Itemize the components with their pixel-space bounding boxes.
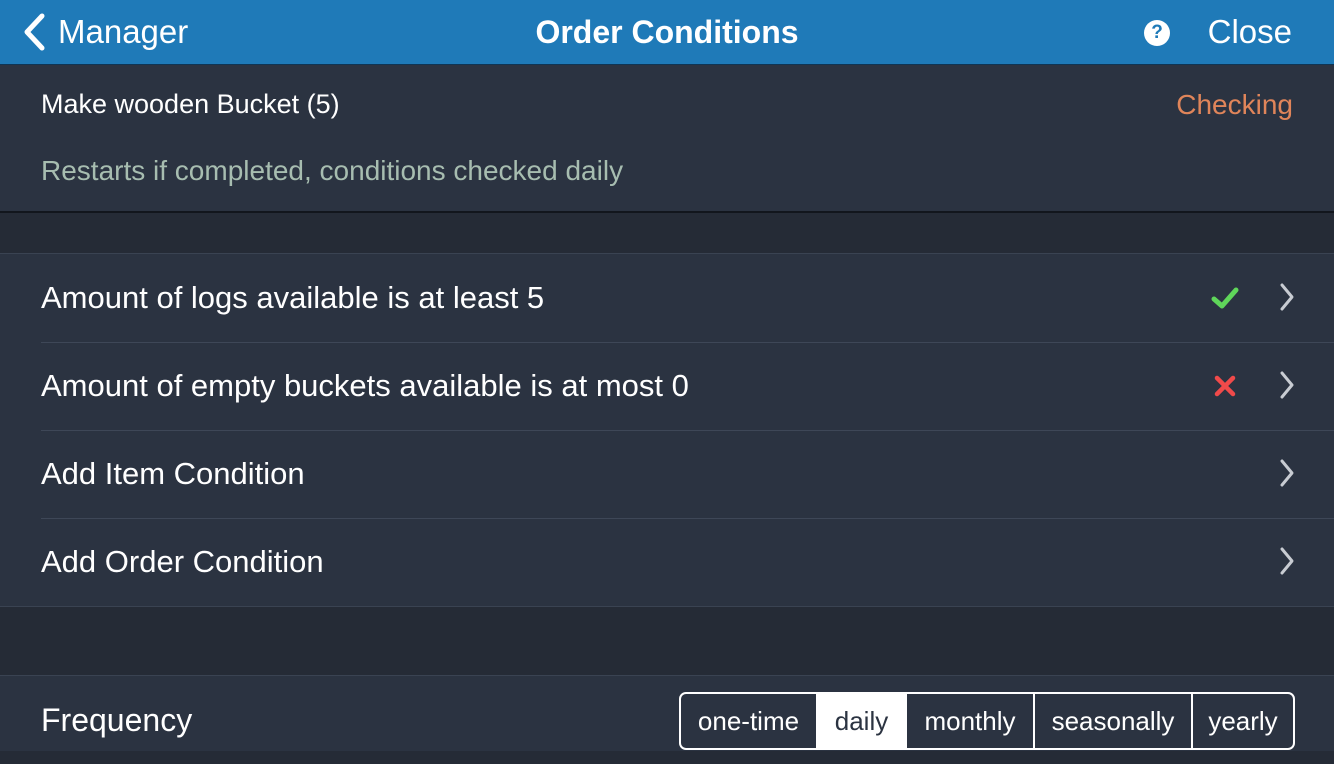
chevron-right-icon [1280, 371, 1294, 399]
order-name: Make wooden Bucket (5) [41, 89, 340, 119]
frequency-segmented-control: one-time daily monthly seasonally yearly [679, 692, 1295, 750]
page-title: Order Conditions [535, 13, 799, 50]
frequency-option-one-time[interactable]: one-time [681, 694, 818, 748]
back-button-label: Manager [58, 13, 189, 50]
close-button[interactable]: Close [1208, 0, 1292, 64]
cross-icon [1214, 375, 1236, 397]
condition-label: Amount of logs available is at least 5 [41, 280, 545, 315]
frequency-option-daily[interactable]: daily [818, 694, 907, 748]
add-order-condition-row[interactable]: Add Order Condition [41, 518, 1334, 606]
condition-row-logs[interactable]: Amount of logs available is at least 5 [41, 254, 1334, 343]
condition-label: Add Item Condition [41, 456, 305, 491]
order-description: Restarts if completed, conditions checke… [41, 155, 624, 186]
order-summary: Make wooden Bucket (5) Checking Restarts… [0, 65, 1334, 213]
chevron-right-icon [1280, 547, 1294, 575]
frequency-option-yearly[interactable]: yearly [1193, 694, 1293, 748]
chevron-right-icon [1280, 283, 1294, 311]
back-button[interactable]: Manager [22, 0, 188, 64]
checkmark-icon [1211, 287, 1239, 309]
add-item-condition-row[interactable]: Add Item Condition [41, 430, 1334, 519]
condition-row-empty-buckets[interactable]: Amount of empty buckets available is at … [41, 342, 1334, 431]
condition-label: Add Order Condition [41, 544, 324, 579]
conditions-list: Amount of logs available is at least 5 A… [0, 253, 1334, 607]
help-icon[interactable]: ? [1144, 20, 1170, 46]
order-status: Checking [1176, 89, 1293, 120]
frequency-option-monthly[interactable]: monthly [907, 694, 1035, 748]
frequency-label: Frequency [41, 701, 193, 738]
chevron-left-icon [24, 13, 45, 51]
navigation-bar: Manager Order Conditions ? Close [0, 0, 1334, 65]
frequency-option-seasonally[interactable]: seasonally [1035, 694, 1193, 748]
frequency-row: Frequency one-time daily monthly seasona… [0, 675, 1334, 751]
condition-label: Amount of empty buckets available is at … [41, 368, 689, 403]
chevron-right-icon [1280, 459, 1294, 487]
